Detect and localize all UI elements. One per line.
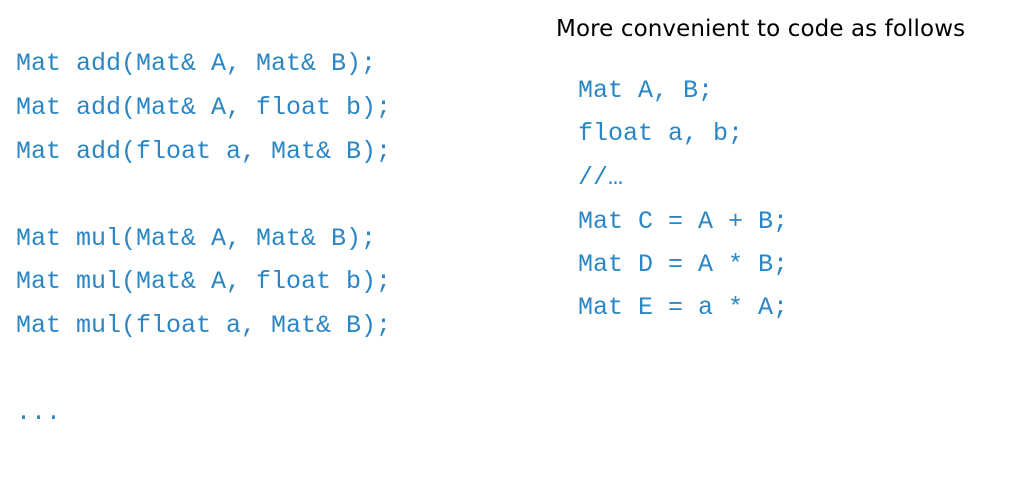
code-line-mul-operator: Mat D = A * B; xyxy=(578,250,789,279)
code-ellipsis: ... xyxy=(16,398,62,427)
code-line-add-mat-float: Mat add(Mat& A, float b); xyxy=(16,93,392,122)
code-line-add-operator: Mat C = A + B; xyxy=(578,207,789,236)
slide-heading: More convenient to code as follows xyxy=(556,16,966,42)
code-line-mul-mat-mat: Mat mul(Mat& A, Mat& B); xyxy=(16,224,377,253)
code-line-decl-floats: float a, b; xyxy=(578,119,744,148)
code-line-add-mat-mat: Mat add(Mat& A, Mat& B); xyxy=(16,49,377,78)
code-line-scalar-mul-operator: Mat E = a * A; xyxy=(578,293,789,322)
code-line-decl-mats: Mat A, B; xyxy=(578,76,714,105)
code-line-comment: //… xyxy=(578,163,624,192)
code-line-mul-mat-float: Mat mul(Mat& A, float b); xyxy=(16,267,392,296)
code-line-mul-float-mat: Mat mul(float a, Mat& B); xyxy=(16,311,392,340)
code-line-add-float-mat: Mat add(float a, Mat& B); xyxy=(16,137,392,166)
